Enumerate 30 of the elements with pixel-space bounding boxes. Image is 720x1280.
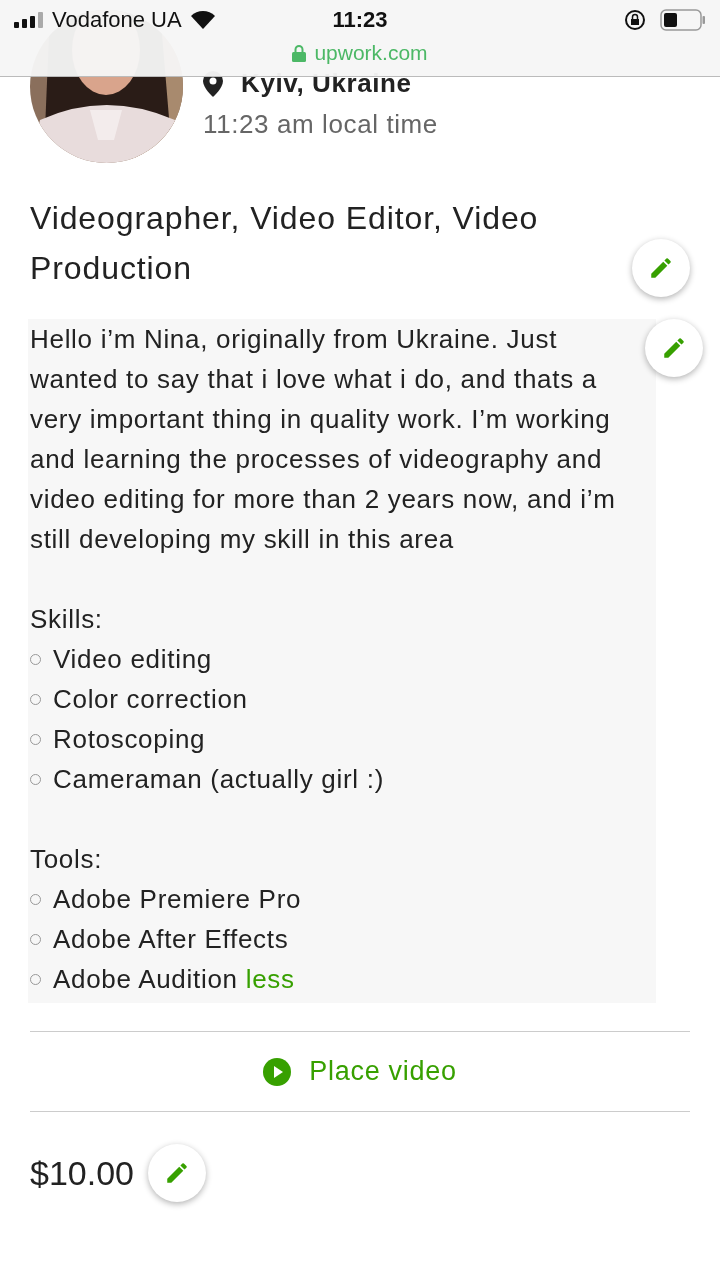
skills-label: Skills: <box>30 603 104 636</box>
location-text: Kyiv, Ukraine <box>241 68 412 99</box>
tool-item: Adobe After Effects <box>53 923 289 956</box>
battery-icon <box>660 9 706 31</box>
skill-item: Rotoscoping <box>53 723 206 756</box>
pencil-icon <box>164 1160 190 1186</box>
skill-item: Video editing <box>53 643 212 676</box>
wifi-icon <box>189 10 216 30</box>
edit-overview-button[interactable] <box>645 319 703 377</box>
rotation-lock-icon <box>624 9 646 31</box>
play-icon <box>263 1057 292 1086</box>
hourly-rate: $10.00 <box>30 1153 134 1193</box>
pencil-icon <box>661 335 687 361</box>
edit-title-button[interactable] <box>632 239 690 297</box>
tool-item: Adobe Audition <box>53 963 238 996</box>
tools-label: Tools: <box>30 843 104 876</box>
skill-item: Color correction <box>53 683 248 716</box>
pencil-icon <box>648 255 674 281</box>
place-video-button[interactable]: Place video <box>259 1052 461 1091</box>
tool-item: Adobe Premiere Pro <box>53 883 302 916</box>
profile-title: Videographer, Video Editor, Video Production <box>30 199 540 288</box>
edit-rate-button[interactable] <box>148 1144 206 1202</box>
local-time: 11:23 am local time <box>203 109 438 140</box>
less-link[interactable]: less <box>245 959 295 999</box>
clock-time: 11:23 <box>332 7 388 33</box>
url-text[interactable]: upwork.com <box>314 41 428 65</box>
carrier-name: Vodafone UA <box>52 7 182 33</box>
overview-paragraph: Hello i’m Nina, originally from Ukraine. Just wanted to say that i love what i do, and thats a very important thing in quality work. I’m working and learning the processes of videography and video editing for more than 2 years now, and i’m still developing my skill in this area <box>30 323 617 556</box>
skill-item: Cameraman (actually girl :) <box>53 763 384 796</box>
signal-icon <box>14 12 44 28</box>
